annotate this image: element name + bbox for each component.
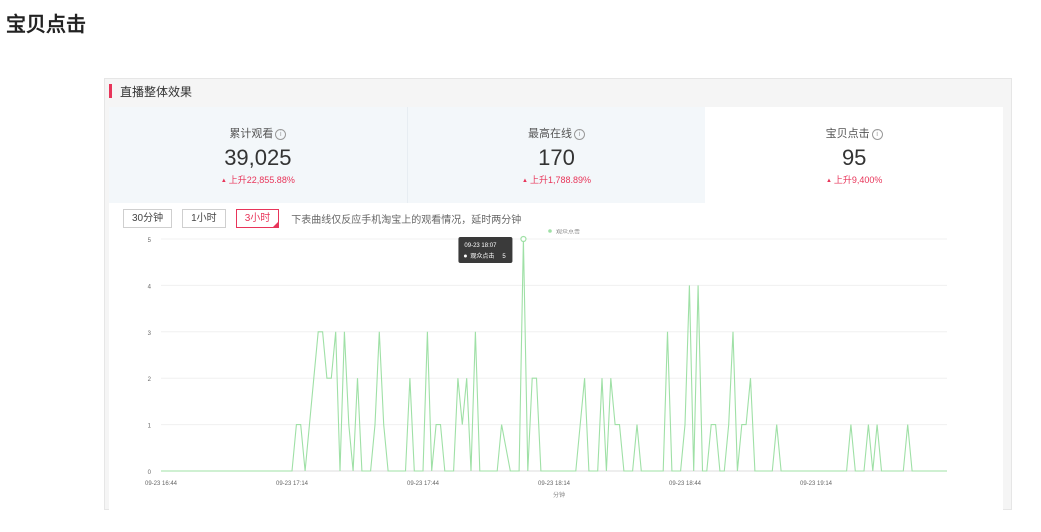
selected-corner-icon — [272, 220, 280, 228]
up-arrow-icon: ▲ — [522, 178, 528, 184]
stat-value: 39,025 — [224, 145, 292, 170]
header-accent-bar — [109, 84, 112, 98]
range-30min-button[interactable]: 30分钟 — [123, 208, 173, 228]
info-icon[interactable]: i — [574, 129, 585, 140]
range-3h-button[interactable]: 3小时 — [235, 208, 280, 228]
range-1h-button[interactable]: 1小时 — [182, 208, 226, 228]
stat-value: 95 — [841, 145, 867, 170]
series-line — [161, 238, 947, 472]
stat-item-clicks[interactable]: 宝贝点击 i 95 ▲ 上升9,400% — [705, 107, 1003, 203]
legend-label: 观众点击 — [556, 229, 580, 236]
y-tick-label: 5 — [148, 238, 152, 244]
stat-change: ▲ 上升22,855.88% — [220, 175, 295, 185]
page-title: 宝贝点击 — [6, 14, 86, 36]
card-header: 直播整体效果 — [105, 79, 1011, 105]
tooltip-time: 09-23 18:07 — [464, 243, 497, 249]
x-tick-label: 09-23 17:14 — [276, 481, 309, 487]
y-tick-label: 1 — [148, 424, 152, 430]
info-icon[interactable]: i — [275, 129, 287, 140]
stat-change: ▲ 上升1,788.89% — [522, 175, 591, 185]
stat-peak-online[interactable]: 最高在线 i 170 ▲ 上升1,788.89% — [406, 107, 706, 203]
tooltip-marker — [463, 254, 467, 258]
stat-label: 宝贝点击 i — [705, 125, 1003, 141]
up-arrow-icon: ▲ — [220, 178, 227, 184]
stat-label: 最高在线 i — [408, 125, 706, 141]
legend-marker — [548, 229, 552, 233]
stat-value: 170 — [538, 145, 575, 170]
peak-point — [520, 235, 527, 243]
y-tick-label: 0 — [148, 470, 152, 476]
y-tick-label: 4 — [148, 284, 152, 290]
stat-change: ▲ 上升9,400% — [825, 175, 883, 185]
x-tick-label: 09-23 17:44 — [407, 481, 440, 487]
x-tick-label: 09-23 18:44 — [669, 481, 702, 487]
x-tick-label: 09-23 16:44 — [145, 481, 178, 487]
stats-row: 累计观看 i 39,025 ▲ 上升22,855.88% 最高在线 i 170 ▲ 上升… — [109, 107, 1003, 203]
up-arrow-icon: ▲ — [825, 178, 832, 184]
time-range-controls: 30分钟 1小时 3小时 下表曲线仅反应手机淘宝上的观看情况，延时两分钟 — [123, 207, 521, 229]
y-tick-label: 3 — [148, 331, 152, 337]
x-tick-label: 09-23 18:14 — [538, 481, 571, 487]
info-icon[interactable]: i — [871, 129, 883, 140]
stat-label: 累计观看 i — [109, 125, 407, 141]
stat-total-views[interactable]: 累计观看 i 39,025 ▲ 上升22,855.88% — [109, 107, 407, 203]
x-tick-label: 09-23 19:14 — [800, 481, 833, 487]
live-overview-card: 直播整体效果 累计观看 i 39,025 ▲ 上升22,855.88% 最高在线 i … — [104, 78, 1012, 511]
card-title: 直播整体效果 — [120, 85, 193, 99]
x-axis-label: 分钟 — [553, 491, 565, 499]
clicks-line-chart[interactable]: 0 1 2 3 4 5 09-23 16:44 09-23 17:14 09-23 17:44 0… — [109, 229, 1003, 511]
chart-hint-text: 下表曲线仅反应手机淘宝上的观看情况，延时两分钟 — [291, 214, 522, 226]
tooltip-label: 观众点击 — [470, 252, 494, 260]
y-tick-label: 2 — [148, 377, 152, 383]
card-body: 累计观看 i 39,025 ▲ 上升22,855.88% 最高在线 i 170 ▲ 上升… — [109, 107, 1003, 511]
